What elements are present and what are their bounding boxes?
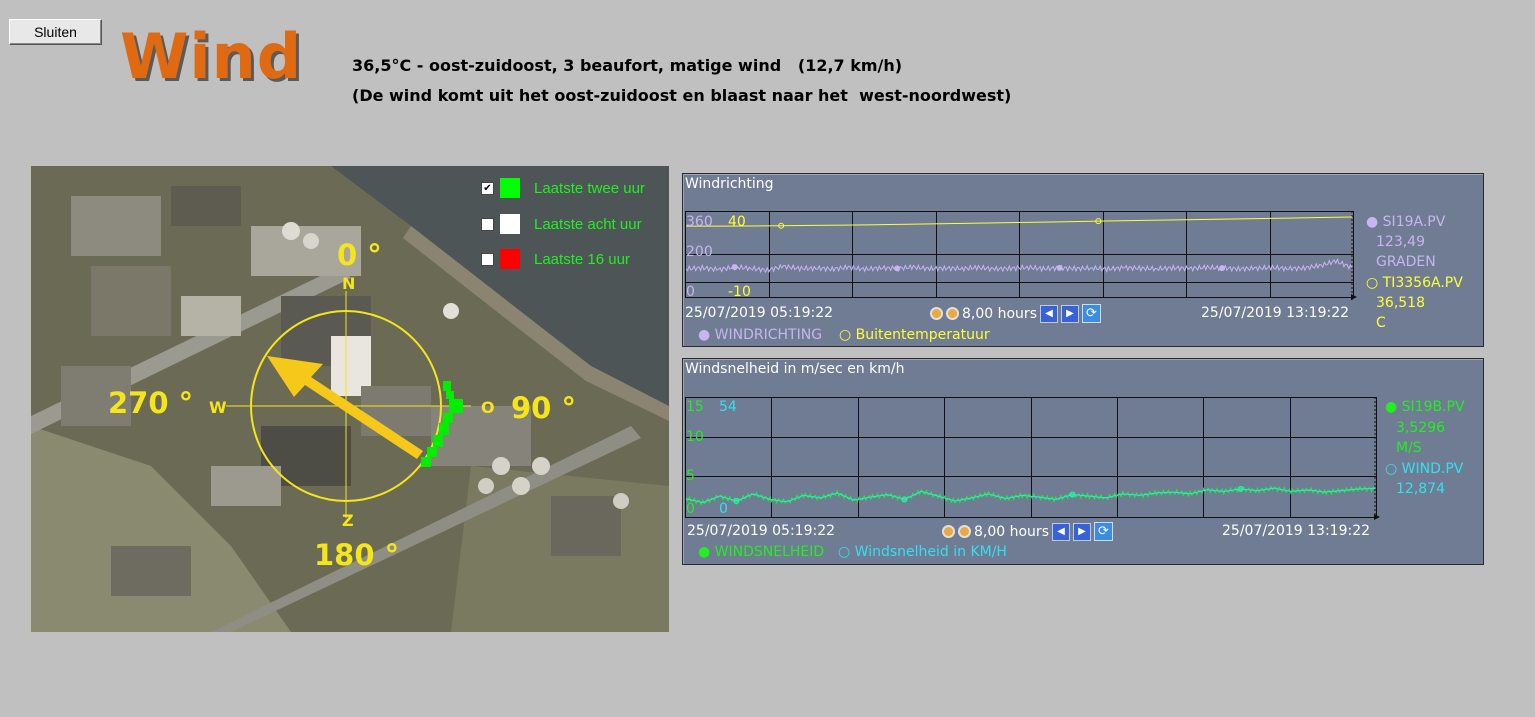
wind-direction-plot[interactable]	[685, 211, 1357, 301]
panel-title: Windrichting	[685, 176, 774, 192]
refresh-icon[interactable]: ⟳	[1093, 522, 1113, 541]
swatch-white	[500, 214, 520, 234]
east-degree-label: 90 °	[511, 391, 576, 425]
scroll-left-icon[interactable]: ◀	[1039, 304, 1058, 323]
series-point-1	[894, 265, 901, 272]
time-controls: 8,00 hours ◀ ▶ ⟳	[942, 522, 1113, 541]
si19a-readout: ● SI19A.PV	[1366, 214, 1446, 230]
panel-title: Windsnelheid in m/sec en km/h	[685, 361, 905, 377]
start-time: 25/07/2019 05:19:22	[687, 523, 836, 539]
series-line-2	[685, 487, 1376, 504]
zoom-out-icon[interactable]	[958, 525, 971, 538]
legend-windrichting: ● WINDRICHTING	[698, 327, 823, 343]
series-point-1	[731, 264, 738, 271]
north-degree-label: 0 °	[337, 238, 382, 272]
si19b-readout: ● SI19B.PV	[1385, 399, 1465, 415]
legend-label: Laatste 16 uur	[534, 250, 630, 268]
west-letter: W	[209, 398, 227, 417]
y-tick-right: 40	[728, 214, 746, 230]
y-tick: 0	[686, 501, 695, 517]
series-point-1	[1056, 264, 1063, 271]
scroll-left-icon[interactable]: ◀	[1051, 522, 1070, 541]
y-tick: 200	[686, 244, 713, 260]
windpv-value: 12,874	[1396, 481, 1445, 497]
si19b-value: 3,5296	[1396, 420, 1445, 436]
ti3356a-unit: C	[1376, 315, 1386, 331]
wind-description: (De wind komt uit het oost-zuidoost en b…	[352, 86, 1012, 105]
legend-sixteen-hours[interactable]: Laatste 16 uur	[481, 249, 630, 269]
wind-direction-arrow	[267, 356, 423, 459]
end-time: 25/07/2019 13:19:22	[1222, 523, 1371, 539]
page-title: Wind	[120, 20, 303, 93]
scroll-right-icon[interactable]: ▶	[1072, 522, 1091, 541]
legend-label: Laatste twee uur	[534, 179, 645, 197]
south-degree-label: 180 °	[314, 538, 400, 572]
windpv-readout: ○ WIND.PV	[1385, 461, 1464, 477]
west-degree-label: 270 °	[108, 386, 194, 420]
wind-speed-panel: Windsnelheid in m/sec en km/h 15 10 5 0 …	[682, 358, 1484, 565]
y-tick: 360	[686, 214, 713, 230]
zoom-in-icon[interactable]	[930, 307, 943, 320]
zoom-in-icon[interactable]	[942, 525, 955, 538]
checkbox-eight-hours[interactable]	[481, 217, 494, 231]
legend-windsnelheid-kmh: ○ Windsnelheid in KM/H	[838, 544, 1007, 560]
si19a-unit: GRADEN	[1376, 254, 1436, 270]
series-point-1	[1219, 265, 1226, 272]
end-time: 25/07/2019 13:19:22	[1201, 305, 1350, 321]
legend-two-hours[interactable]: ✔ Laatste twee uur	[481, 178, 645, 198]
north-letter: N	[342, 274, 356, 293]
scroll-right-icon[interactable]: ▶	[1060, 304, 1079, 323]
time-span: 8,00 hours	[962, 305, 1037, 322]
zoom-out-icon[interactable]	[946, 307, 959, 320]
ti3356a-value: 36,518	[1376, 295, 1425, 311]
aerial-map: ✔ Laatste twee uur Laatste acht uur Laat…	[31, 166, 669, 632]
wind-direction-panel: Windrichting 360 200 0 40 -10 25/07/2019…	[682, 173, 1484, 347]
ti3356a-readout: ○ TI3356A.PV	[1366, 275, 1463, 291]
y-tick-right: -10	[728, 284, 751, 300]
si19b-unit: M/S	[1396, 440, 1422, 456]
legend-buitentemperatuur: ○ Buitentemperatuur	[839, 327, 990, 343]
start-time: 25/07/2019 05:19:22	[685, 305, 834, 321]
y-tick: 5	[686, 468, 695, 484]
refresh-icon[interactable]: ⟳	[1081, 304, 1101, 323]
east-letter: O	[481, 398, 495, 417]
si19a-value: 123,49	[1376, 234, 1425, 250]
close-button[interactable]: Sluiten	[9, 19, 102, 45]
swatch-red	[500, 249, 520, 269]
time-controls: 8,00 hours ◀ ▶ ⟳	[930, 304, 1101, 323]
legend-label: Laatste acht uur	[534, 215, 642, 233]
y-tick: 15	[686, 399, 704, 415]
wind-trail-two-hours	[421, 381, 463, 467]
south-letter: Z	[342, 511, 354, 530]
weather-summary: 36,5°C - oost-zuidoost, 3 beaufort, mati…	[352, 56, 903, 75]
time-span: 8,00 hours	[974, 523, 1049, 540]
y-tick: 0	[686, 284, 695, 300]
y-tick-right: 54	[719, 399, 737, 415]
checkbox-sixteen-hours[interactable]	[481, 252, 494, 266]
legend-windsnelheid: ● WINDSNELHEID	[698, 544, 825, 560]
y-tick: 10	[686, 429, 704, 445]
y-tick-right: 0	[719, 501, 728, 517]
swatch-green	[500, 178, 520, 198]
legend-eight-hours[interactable]: Laatste acht uur	[481, 214, 642, 234]
wind-speed-plot[interactable]	[685, 397, 1380, 521]
checkbox-two-hours[interactable]: ✔	[481, 181, 494, 195]
